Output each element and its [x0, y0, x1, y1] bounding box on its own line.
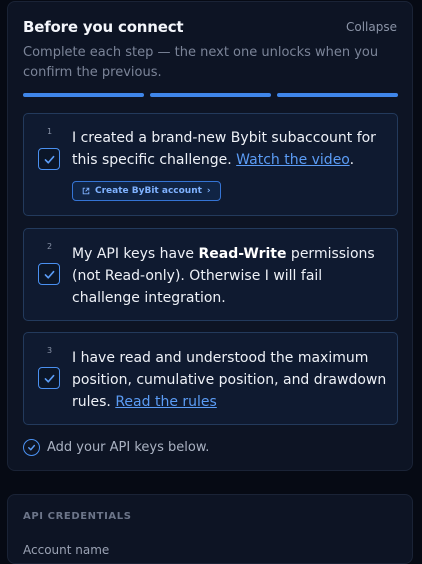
- progress-segment-2: [150, 93, 271, 97]
- chevron-right-icon: ›: [206, 186, 211, 196]
- step-checkbox[interactable]: [38, 148, 60, 170]
- section-title: Before you connect: [23, 18, 184, 36]
- create-bybit-account-label: Create ByBit account: [95, 186, 202, 196]
- step-number: 3: [47, 346, 53, 355]
- watch-video-link[interactable]: Watch the video: [236, 152, 349, 168]
- step-card-1: 1 I created a brand-new Bybit subaccount…: [23, 113, 398, 216]
- step-number: 1: [47, 127, 53, 136]
- section-subtitle: Complete each step — the next one unlock…: [23, 45, 379, 80]
- external-link-icon: [82, 187, 90, 195]
- step-text: I have read and understood the maximum p…: [72, 347, 390, 413]
- check-icon: [44, 374, 54, 383]
- collapse-button[interactable]: Collapse: [346, 20, 397, 34]
- step-text: My API keys have Read-Write permissions …: [72, 243, 390, 309]
- read-rules-link[interactable]: Read the rules: [115, 394, 216, 410]
- api-keys-hint: Add your API keys below.: [23, 439, 209, 456]
- before-connect-card: Before you connect Collapse Complete eac…: [7, 1, 413, 471]
- progress-segment-1: [23, 93, 144, 97]
- step-text-main: My API keys have: [72, 246, 199, 262]
- account-name-label: Account name: [23, 543, 110, 557]
- check-icon: [44, 155, 54, 164]
- step-card-2: 2 My API keys have Read-Write permission…: [23, 228, 398, 321]
- create-bybit-account-button[interactable]: Create ByBit account ›: [72, 181, 221, 201]
- permission-emphasis: Read-Write: [198, 246, 287, 262]
- step-text-end: .: [349, 152, 355, 168]
- step-checkbox[interactable]: [38, 263, 60, 285]
- step-checkbox[interactable]: [38, 367, 60, 389]
- api-credentials-card: API CREDENTIALS Account name: [7, 494, 413, 564]
- step-text: I created a brand-new Bybit subaccount f…: [72, 127, 390, 171]
- step-number: 2: [47, 242, 53, 251]
- check-icon: [44, 270, 54, 279]
- progress-segment-3: [277, 93, 398, 97]
- progress-bar: [23, 93, 398, 97]
- check-circle-icon: [23, 439, 40, 456]
- api-credentials-heading: API CREDENTIALS: [23, 511, 132, 522]
- step-card-3: 3 I have read and understood the maximum…: [23, 332, 398, 425]
- api-keys-hint-text: Add your API keys below.: [47, 440, 210, 455]
